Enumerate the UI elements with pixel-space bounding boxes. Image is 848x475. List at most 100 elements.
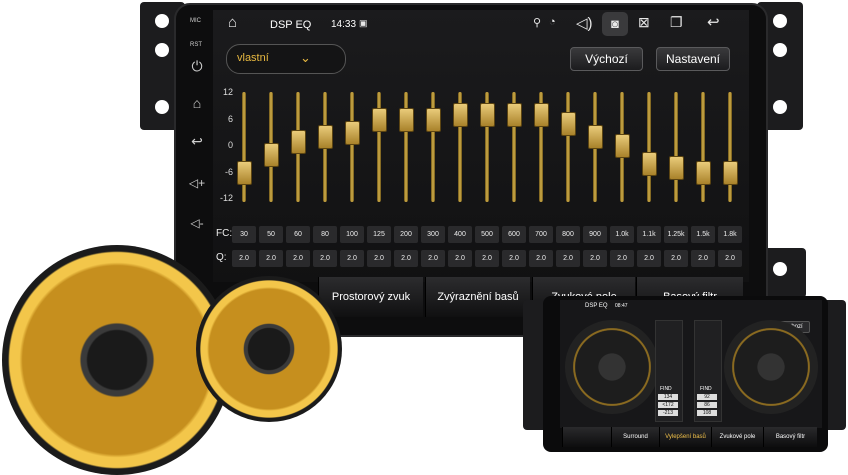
eq-slider-thumb[interactable]: [372, 107, 387, 132]
q-cell[interactable]: 2.0: [502, 250, 526, 267]
fc-cell[interactable]: 50: [259, 226, 283, 243]
eq-slider-thumb[interactable]: [480, 103, 495, 128]
volume-down-icon[interactable]: ◁-: [183, 216, 211, 230]
q-cell[interactable]: 2.0: [610, 250, 634, 267]
mini-tab-0[interactable]: Surround: [611, 427, 659, 447]
q-cell[interactable]: 2.0: [475, 250, 499, 267]
fc-cell[interactable]: 1.1k: [637, 226, 661, 243]
rst-label[interactable]: RST: [190, 42, 202, 48]
eq-slider-track: [701, 92, 705, 202]
q-cell[interactable]: 2.0: [286, 250, 310, 267]
q-cell[interactable]: 2.0: [313, 250, 337, 267]
q-cell[interactable]: 2.0: [421, 250, 445, 267]
fc-cell[interactable]: 400: [448, 226, 472, 243]
q-cell[interactable]: 2.0: [637, 250, 661, 267]
eq-slider-thumb[interactable]: [426, 107, 441, 132]
back-arrow-icon[interactable]: ↩: [707, 13, 720, 31]
eq-slider-thumb[interactable]: [534, 103, 549, 128]
eq-slider-track: [728, 92, 732, 202]
mount-hole: [773, 14, 787, 28]
eq-slider-thumb[interactable]: [615, 134, 630, 158]
fc-cell[interactable]: 1.5k: [691, 226, 715, 243]
q-cell[interactable]: 2.0: [367, 250, 391, 267]
fc-cell[interactable]: 1.8k: [718, 226, 742, 243]
fc-cell[interactable]: 30: [232, 226, 256, 243]
mic-label: MIC: [190, 18, 201, 24]
eq-slider-thumb[interactable]: [669, 156, 684, 181]
home-icon[interactable]: ⌂: [183, 95, 211, 111]
fc-cell[interactable]: 500: [475, 226, 499, 243]
close-app-icon[interactable]: ⊠: [638, 14, 650, 31]
mini-speaker-right: [724, 320, 818, 414]
mini-tab-1[interactable]: Vylepšení basů: [659, 427, 711, 447]
mini-eq-icon[interactable]: [562, 427, 611, 447]
fc-cell[interactable]: 60: [286, 226, 310, 243]
fc-cell[interactable]: 900: [583, 226, 607, 243]
eq-slider-track: [674, 92, 678, 202]
fc-cell[interactable]: 80: [313, 226, 337, 243]
mini-value-right: 92: [697, 394, 717, 400]
eq-slider-thumb[interactable]: [237, 160, 252, 185]
q-cell[interactable]: 2.0: [718, 250, 742, 267]
speaker-small: [196, 276, 342, 422]
eq-slider-thumb[interactable]: [696, 160, 711, 185]
mini-title: DSP EQ: [585, 303, 608, 309]
eq-slider-track: [566, 92, 570, 202]
mini-find-left: FIND: [660, 386, 672, 392]
fc-cell[interactable]: 200: [394, 226, 418, 243]
volume-up-icon[interactable]: ◁+: [183, 176, 211, 190]
eq-slider-thumb[interactable]: [318, 125, 333, 150]
q-cell[interactable]: 2.0: [259, 250, 283, 267]
eq-slider-thumb[interactable]: [291, 129, 306, 154]
q-cell[interactable]: 2.0: [556, 250, 580, 267]
default-button[interactable]: Výchozí: [570, 47, 643, 71]
q-cell[interactable]: 2.0: [664, 250, 688, 267]
mini-tab-2[interactable]: Zvukové pole: [711, 427, 763, 447]
q-cell[interactable]: 2.0: [448, 250, 472, 267]
fc-cell[interactable]: 700: [529, 226, 553, 243]
eq-slider-thumb[interactable]: [723, 160, 738, 185]
power-icon[interactable]: ⏻: [183, 58, 211, 75]
camera-icon[interactable]: ◙: [602, 12, 628, 36]
q-cell[interactable]: 2.0: [232, 250, 256, 267]
eq-y-tick: -12: [219, 193, 233, 203]
eq-slider-thumb[interactable]: [561, 111, 576, 136]
home-icon[interactable]: ⌂: [228, 14, 237, 31]
settings-button[interactable]: Nastavení: [656, 47, 730, 71]
eq-slider-thumb[interactable]: [507, 103, 522, 128]
q-cell[interactable]: 2.0: [394, 250, 418, 267]
mini-value-right: 86: [697, 402, 717, 408]
fc-cell[interactable]: 1.25k: [664, 226, 688, 243]
volume-icon[interactable]: ◁): [576, 14, 593, 32]
mini-clock: 08:47: [615, 303, 628, 309]
mini-tab-3[interactable]: Basový filtr: [763, 427, 817, 447]
fc-cell[interactable]: 125: [367, 226, 391, 243]
q-cell[interactable]: 2.0: [529, 250, 553, 267]
tab-1[interactable]: Zvýraznění basů: [425, 277, 530, 317]
back-icon[interactable]: ↩: [183, 133, 211, 150]
fc-cell[interactable]: 800: [556, 226, 580, 243]
eq-slider-thumb[interactable]: [588, 125, 603, 150]
mini-value-left: -213: [658, 410, 678, 416]
q-cell[interactable]: 2.0: [691, 250, 715, 267]
mount-hole: [155, 14, 169, 28]
image-icon: ▣: [359, 18, 368, 28]
tab-0[interactable]: Prostorový zvuk: [318, 277, 423, 317]
eq-slider-thumb[interactable]: [399, 107, 414, 132]
preset-value: vlastní: [237, 52, 269, 64]
fc-cell[interactable]: 1.0k: [610, 226, 634, 243]
q-cell[interactable]: 2.0: [583, 250, 607, 267]
eq-slider-thumb[interactable]: [264, 142, 279, 167]
mount-hole: [773, 100, 787, 114]
eq-slider-thumb[interactable]: [453, 103, 468, 128]
fc-cell[interactable]: 300: [421, 226, 445, 243]
eq-slider-thumb[interactable]: [345, 120, 360, 145]
eq-slider-thumb[interactable]: [642, 151, 657, 176]
q-cell[interactable]: 2.0: [340, 250, 364, 267]
preset-dropdown[interactable]: vlastní ⌄: [226, 44, 346, 74]
mount-hole: [155, 43, 169, 57]
fc-cell[interactable]: 600: [502, 226, 526, 243]
mount-hole: [155, 100, 169, 114]
recent-apps-icon[interactable]: ❐: [670, 14, 683, 31]
fc-cell[interactable]: 100: [340, 226, 364, 243]
